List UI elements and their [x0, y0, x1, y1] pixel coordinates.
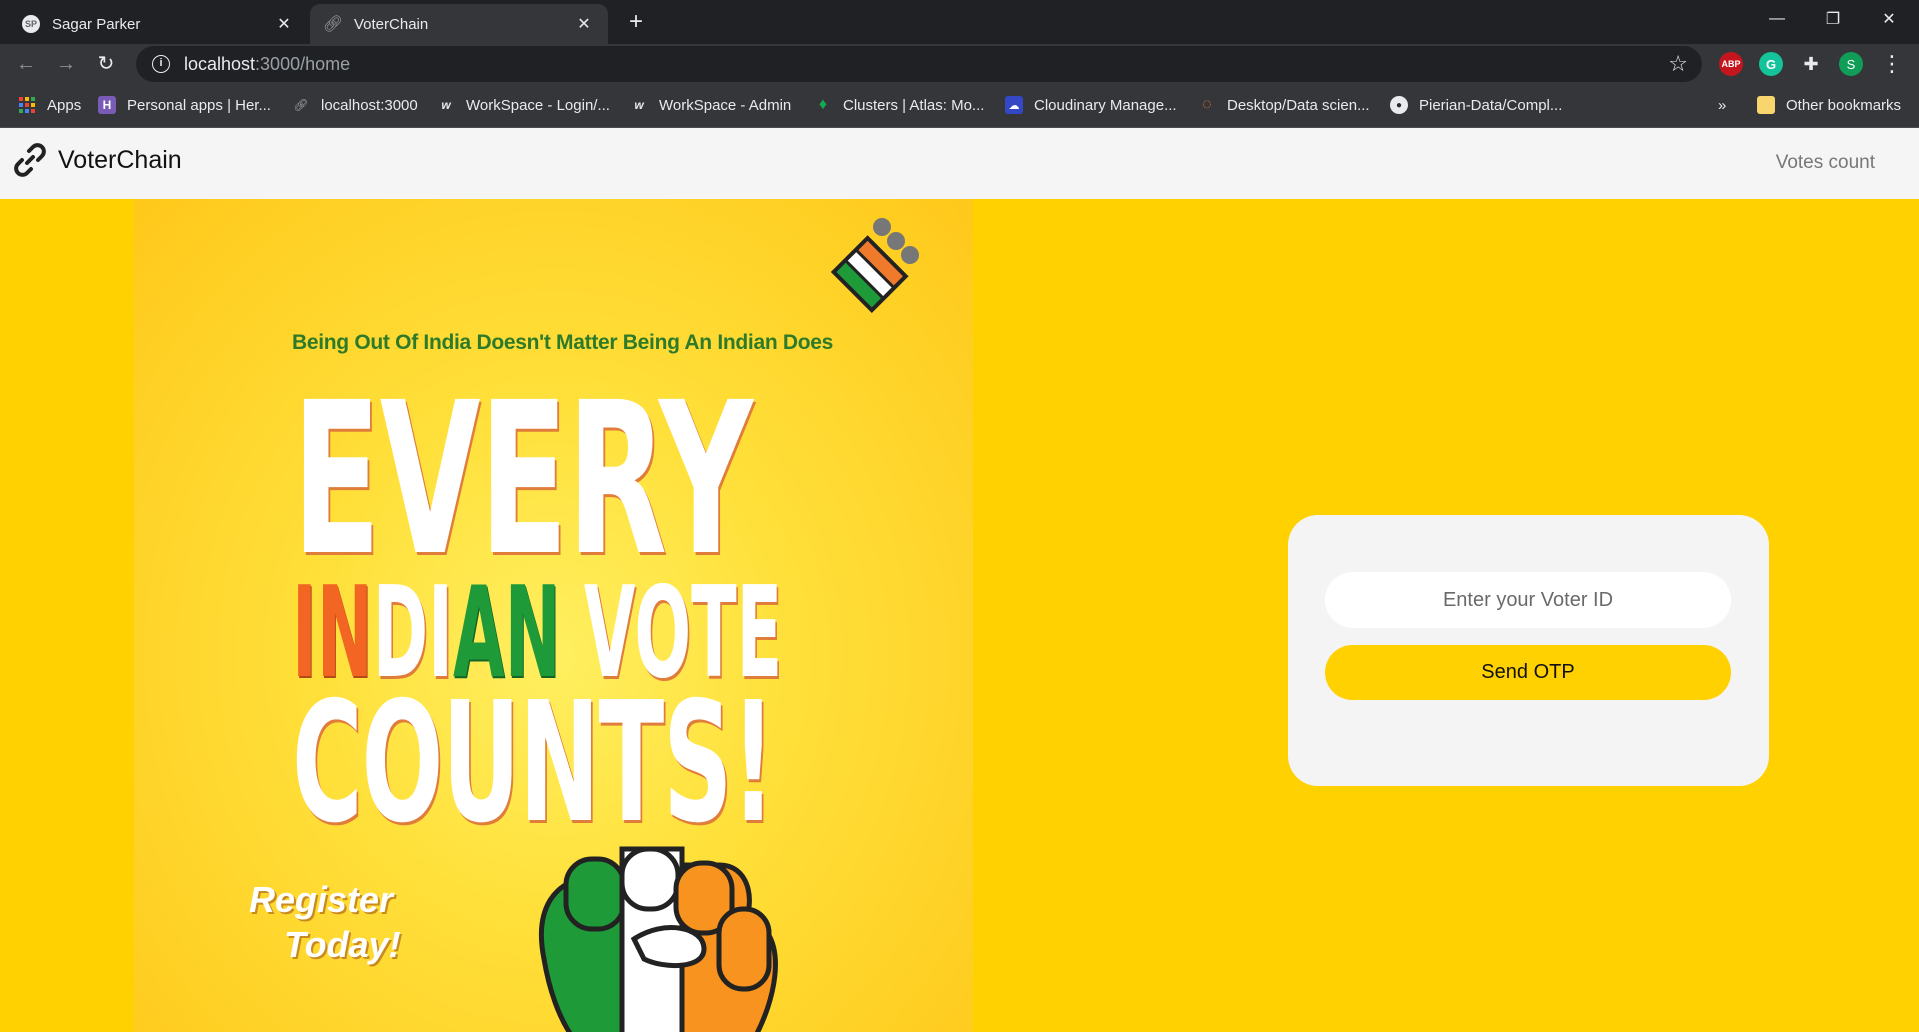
bookmark-label: Desktop/Data scien... — [1227, 96, 1370, 114]
voter-id-input[interactable] — [1325, 572, 1731, 628]
bookmark-workspace-login[interactable]: w WorkSpace - Login/... — [437, 94, 610, 116]
bookmark-jupyter[interactable]: ◌ Desktop/Data scien... — [1198, 94, 1370, 116]
new-tab-button[interactable]: + — [622, 8, 650, 36]
restore-icon[interactable]: ❐ — [1805, 0, 1861, 38]
browser-tab-strip: SP Sagar Parker ✕ 🔗︎ VoterChain ✕ + — ❐ … — [0, 0, 1919, 44]
bookmark-label: Apps — [47, 96, 82, 114]
bookmark-label: Personal apps | Her... — [127, 96, 271, 114]
address-bar[interactable]: i localhost:3000/home ☆ — [136, 46, 1702, 82]
back-arrow-icon[interactable]: ← — [12, 50, 40, 78]
close-icon[interactable]: ✕ — [274, 14, 294, 34]
workspace-icon: w — [441, 98, 451, 112]
bookmark-label: WorkSpace - Login/... — [466, 96, 610, 114]
link-icon: 🔗︎ — [322, 16, 344, 33]
close-window-icon[interactable]: ✕ — [1861, 0, 1917, 38]
url-host: localhost — [184, 53, 256, 74]
tab-title: VoterChain — [354, 15, 429, 33]
heroku-icon: H — [98, 96, 116, 114]
bookmarks-bar: Apps H Personal apps | Her... 🔗︎ localho… — [0, 84, 1919, 128]
bookmark-mongodb-atlas[interactable]: ♦ Clusters | Atlas: Mo... — [814, 94, 985, 116]
url-path: :3000/home — [255, 53, 351, 74]
app-navbar: VoterChain Votes count — [0, 128, 1919, 199]
bookmark-heroku[interactable]: H Personal apps | Her... — [98, 94, 271, 116]
extensions-puzzle-icon[interactable]: ✚ — [1799, 52, 1823, 76]
forward-arrow-icon[interactable]: → — [52, 50, 80, 78]
register-today-text: Today! — [284, 924, 401, 965]
bookmark-apps[interactable]: Apps — [18, 94, 81, 116]
minimize-icon[interactable]: — — [1749, 0, 1805, 38]
tab-voterchain[interactable]: 🔗︎ VoterChain ✕ — [310, 4, 608, 44]
cloudinary-icon: ☁ — [1005, 96, 1023, 114]
brand-title: VoterChain — [58, 145, 182, 174]
voter-login-card: Send OTP — [1288, 515, 1769, 786]
poster-tagline: Being Out Of India Doesn't Matter Being … — [292, 331, 834, 354]
browser-toolbar: ← → ↻ i localhost:3000/home ☆ ABP G ✚ S … — [0, 44, 1919, 84]
tab-title: Sagar Parker — [52, 15, 141, 33]
send-otp-button[interactable]: Send OTP — [1325, 645, 1731, 700]
close-icon[interactable]: ✕ — [574, 14, 594, 34]
bookmark-localhost[interactable]: 🔗︎ localhost:3000 — [292, 94, 418, 116]
apps-grid-icon — [18, 96, 36, 114]
github-icon: ● — [1390, 96, 1408, 114]
profile-avatar-icon[interactable]: S — [1839, 52, 1863, 76]
voting-poster: Being Out Of India Doesn't Matter Being … — [134, 199, 973, 1032]
bookmark-workspace-admin[interactable]: w WorkSpace - Admin — [630, 94, 791, 116]
brand[interactable]: VoterChain — [12, 142, 182, 178]
reload-icon[interactable]: ↻ — [92, 50, 120, 78]
tricolor-fist-illustration — [538, 846, 778, 1032]
bookmark-label: Pierian-Data/Compl... — [1419, 96, 1563, 114]
workspace-icon: w — [634, 98, 644, 112]
hero-section: Being Out Of India Doesn't Matter Being … — [0, 199, 1919, 1032]
link-icon: 🔗︎ — [293, 98, 309, 112]
register-text: Register — [249, 879, 394, 920]
chrome-menu-icon[interactable]: ⋮ — [1878, 50, 1906, 78]
other-bookmarks[interactable]: Other bookmarks — [1757, 94, 1901, 116]
bookmark-cloudinary[interactable]: ☁ Cloudinary Manage... — [1005, 94, 1177, 116]
bookmarks-overflow-button[interactable]: » — [1718, 94, 1726, 116]
bookmark-label: localhost:3000 — [321, 96, 418, 114]
bookmark-label: Cloudinary Manage... — [1034, 96, 1177, 114]
profile-icon: SP — [22, 15, 40, 33]
bookmark-star-icon[interactable]: ☆ — [1668, 51, 1688, 77]
bookmark-github[interactable]: ● Pierian-Data/Compl... — [1390, 94, 1562, 116]
mongodb-leaf-icon: ♦ — [818, 96, 828, 113]
site-info-icon[interactable]: i — [152, 55, 170, 73]
adblock-plus-icon[interactable]: ABP — [1719, 52, 1743, 76]
bookmark-label: WorkSpace - Admin — [659, 96, 792, 114]
election-commission-logo — [830, 218, 919, 314]
votes-count-link[interactable]: Votes count — [1776, 152, 1875, 174]
folder-icon — [1757, 96, 1775, 114]
grammarly-icon[interactable]: G — [1759, 52, 1783, 76]
bookmark-label: Other bookmarks — [1786, 96, 1902, 114]
tab-sagar-parker[interactable]: SP Sagar Parker ✕ — [8, 4, 308, 44]
bookmark-label: Clusters | Atlas: Mo... — [843, 96, 985, 114]
jupyter-icon: ◌ — [1202, 96, 1212, 113]
chain-link-icon — [14, 143, 46, 177]
